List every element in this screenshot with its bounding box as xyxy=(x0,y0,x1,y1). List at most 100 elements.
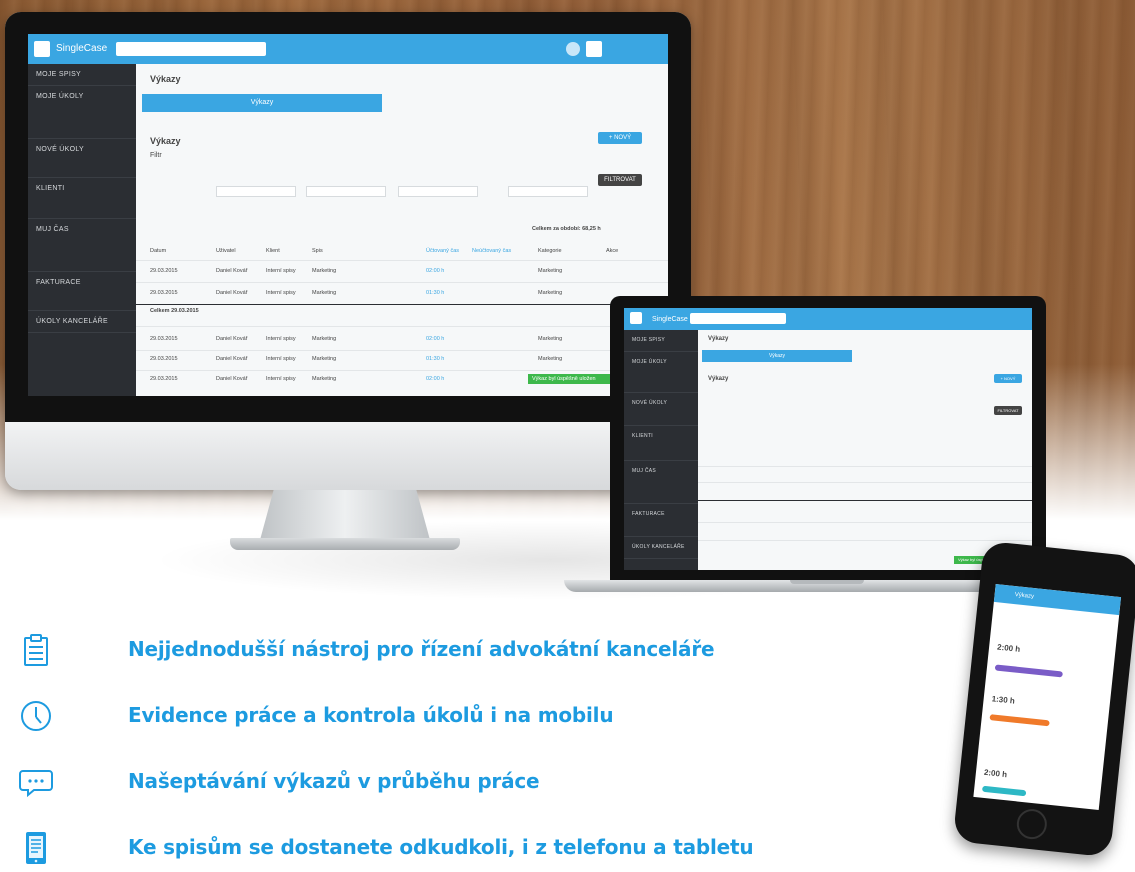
feature-text: Našeptávání výkazů v průběhu práce xyxy=(128,769,540,793)
row-divider xyxy=(698,466,1032,467)
imac-foot xyxy=(230,538,460,550)
sidebar-item-clients[interactable]: KLIENTI xyxy=(624,426,698,461)
sidebar-item-my-tasks[interactable]: MOJE ÚKOLY xyxy=(624,352,698,393)
phone-entry-time: 2:00 h xyxy=(996,642,1021,654)
feature-item: Našeptávání výkazů v průběhu práce xyxy=(18,762,878,802)
row-divider xyxy=(136,326,668,327)
filter-category-field[interactable] xyxy=(508,186,588,197)
row-date: 29.03.2015 xyxy=(150,290,178,296)
imac-screen: SingleCase MOJE SPISY MOJE ÚKOLY NOVÉ ÚK… xyxy=(28,34,668,396)
sidebar-item-my-time[interactable]: MUJ ČAS xyxy=(624,461,698,504)
row-divider xyxy=(136,282,668,283)
row-matter: Marketing xyxy=(312,268,337,274)
imac-chin xyxy=(5,422,691,490)
app-logo[interactable]: SingleCase xyxy=(630,311,694,329)
row-user: Daniel Kovář xyxy=(216,336,248,342)
app-logo[interactable]: SingleCase xyxy=(34,40,113,58)
tab-reports[interactable]: Výkazy xyxy=(702,350,852,362)
filter-button[interactable]: FILTROVAT xyxy=(994,406,1022,415)
total-time: Celkem za období: 68,25 h xyxy=(532,226,601,232)
user-name[interactable] xyxy=(606,44,662,52)
col-user-header[interactable]: Uživatel xyxy=(216,248,236,254)
sidebar-item-office-tasks[interactable]: ÚKOLY KANCELÁŘE xyxy=(28,311,136,333)
filter-user-field[interactable] xyxy=(216,186,296,197)
language-flag-icon[interactable] xyxy=(566,42,580,56)
row-client: Interní spisy xyxy=(266,356,296,362)
section-title: Výkazy xyxy=(708,376,729,382)
logo-mark-icon xyxy=(630,312,642,324)
filter-label: Filtr xyxy=(150,152,162,159)
row-client: Interní spisy xyxy=(266,290,296,296)
add-report-button[interactable]: + NOVÝ xyxy=(994,374,1022,383)
col-category-header[interactable]: Kategorie xyxy=(538,248,562,254)
search-input[interactable] xyxy=(690,313,786,324)
row-divider xyxy=(136,260,668,261)
row-category: Marketing xyxy=(538,268,563,274)
row-category: Marketing xyxy=(538,290,563,296)
row-category: Marketing xyxy=(538,336,563,342)
row-matter: Marketing xyxy=(312,290,337,296)
row-divider xyxy=(698,482,1032,483)
feature-item: Nejjednodušší nástroj pro řízení advokát… xyxy=(18,630,878,670)
filter-client-field[interactable] xyxy=(306,186,386,197)
row-divider xyxy=(136,370,668,371)
feature-item: Evidence práce a kontrola úkolů i na mob… xyxy=(18,696,878,736)
imac-stand xyxy=(260,490,430,540)
col-matter-header[interactable]: Spis xyxy=(312,248,323,254)
phone-topbar: Výkazy xyxy=(993,584,1122,616)
add-report-button[interactable]: + NOVÝ xyxy=(598,132,642,144)
row-time: 01:30 h xyxy=(426,356,445,362)
laptop-screen: SingleCase MOJE SPISY MOJE ÚKOLY NOVÉ ÚK… xyxy=(624,308,1032,570)
sidebar-item-my-matters[interactable]: MOJE SPISY xyxy=(28,64,136,86)
sidebar-item-invoicing[interactable]: FAKTURACE xyxy=(624,504,698,537)
main-content: Výkazy Výkazy Výkazy + NOVÝ FILTROVAT Vý… xyxy=(698,330,1032,570)
col-client-header[interactable]: Klient xyxy=(266,248,280,254)
feature-text: Ke spisům se dostanete odkudkoli, i z te… xyxy=(128,835,754,859)
sidebar-item-invoicing[interactable]: FAKTURACE xyxy=(28,272,136,311)
col-date-header[interactable]: Datum xyxy=(150,248,166,254)
row-category: Marketing xyxy=(538,356,563,362)
app-topbar: SingleCase xyxy=(28,34,668,64)
row-divider xyxy=(698,522,1032,523)
sidebar: MOJE SPISY MOJE ÚKOLY NOVÉ ÚKOLY KLIENTI… xyxy=(624,330,698,570)
row-date: 29.03.2015 xyxy=(150,336,178,342)
mobile-document-icon xyxy=(26,832,46,864)
row-divider xyxy=(698,500,1032,501)
row-user: Daniel Kovář xyxy=(216,290,248,296)
col-billed-header[interactable]: Účtovaný čas xyxy=(426,248,459,254)
avatar[interactable] xyxy=(586,41,602,57)
row-time: 02:00 h xyxy=(426,336,445,342)
phone-entry-time: 1:30 h xyxy=(991,694,1016,706)
laptop-notch xyxy=(790,580,864,584)
phone-home-button xyxy=(1015,807,1049,841)
page-title: Výkazy xyxy=(708,336,729,342)
col-unbilled-header[interactable]: Neúčtovaný čas xyxy=(472,248,511,254)
tab-reports[interactable]: Výkazy xyxy=(142,94,382,112)
sidebar-item-my-tasks[interactable]: MOJE ÚKOLY xyxy=(28,86,136,139)
row-date: 29.03.2015 xyxy=(150,356,178,362)
sidebar-item-new-tasks[interactable]: NOVÉ ÚKOLY xyxy=(28,139,136,178)
sidebar-item-new-tasks[interactable]: NOVÉ ÚKOLY xyxy=(624,393,698,426)
app-topbar: SingleCase xyxy=(624,308,1032,330)
col-actions-header: Akce xyxy=(606,248,619,254)
search-input[interactable] xyxy=(116,42,266,56)
row-divider xyxy=(698,540,1032,541)
phone-category-tag xyxy=(981,785,1027,797)
row-time: 02:00 h xyxy=(426,268,445,274)
sidebar-item-my-time[interactable]: MUJ ČAS xyxy=(28,219,136,272)
day-total: Celkem 29.03.2015 xyxy=(150,308,199,314)
filter-button[interactable]: FILTROVAT xyxy=(598,174,642,186)
sidebar-item-office-tasks[interactable]: ÚKOLY KANCELÁŘE xyxy=(624,537,698,559)
phone-category-tag xyxy=(994,664,1063,678)
row-matter: Marketing xyxy=(312,376,337,382)
tab-secondary[interactable] xyxy=(436,94,596,112)
sidebar-item-my-matters[interactable]: MOJE SPISY xyxy=(624,330,698,352)
row-time: 02:00 h xyxy=(426,376,445,382)
row-time: 01:30 h xyxy=(426,290,445,296)
filter-matter-field[interactable] xyxy=(398,186,478,197)
sidebar-item-clients[interactable]: KLIENTI xyxy=(28,178,136,219)
row-divider xyxy=(136,350,668,351)
row-divider xyxy=(136,304,668,305)
phone-category-tag xyxy=(989,714,1050,727)
row-user: Daniel Kovář xyxy=(216,268,248,274)
